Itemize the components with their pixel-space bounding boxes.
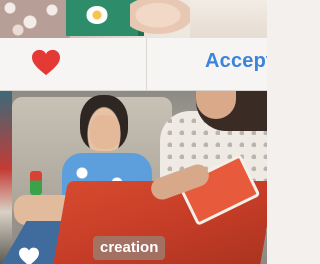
flower-graphic — [86, 6, 108, 24]
toy — [30, 171, 42, 195]
screen: Accept creation — [0, 0, 267, 264]
blanket-area — [0, 0, 70, 38]
heart-icon[interactable] — [18, 247, 40, 264]
family-photo[interactable]: creation — [0, 91, 267, 264]
top-photo[interactable] — [0, 0, 267, 38]
photo-left-edge — [0, 91, 12, 264]
heart-icon — [32, 49, 60, 76]
accept-button[interactable]: Accept — [147, 38, 267, 90]
accept-label: Accept — [205, 50, 267, 72]
caption-label: creation — [93, 236, 166, 260]
like-button[interactable] — [0, 38, 147, 90]
sleeve-area — [190, 0, 267, 38]
boy-face — [90, 115, 120, 149]
action-row: Accept — [0, 38, 267, 91]
